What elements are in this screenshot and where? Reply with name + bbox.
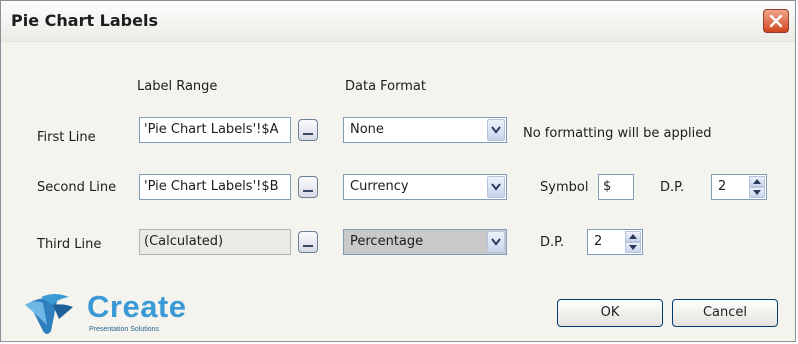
second-line-dp-value: 2 bbox=[718, 179, 727, 194]
label-range-header: Label Range bbox=[137, 79, 218, 94]
first-line-format-note: No formatting will be applied bbox=[523, 126, 712, 141]
first-line-format-select[interactable]: None bbox=[343, 117, 507, 143]
create-logo: Create Presentation Solutions bbox=[23, 289, 203, 341]
second-line-dp-spinner[interactable]: 2 bbox=[711, 174, 767, 200]
currency-symbol-input[interactable]: $ bbox=[598, 174, 634, 200]
create-logo-icon bbox=[25, 294, 73, 334]
third-line-dp-spinner[interactable]: 2 bbox=[587, 229, 643, 255]
third-line-dp-label: D.P. bbox=[540, 235, 565, 250]
chevron-down-icon bbox=[491, 183, 501, 191]
third-line-format-select[interactable]: Percentage bbox=[343, 229, 507, 255]
close-icon bbox=[769, 14, 783, 28]
arrow-down-icon bbox=[629, 245, 637, 250]
chevron-down-icon bbox=[491, 126, 501, 134]
second-line-dp-label: D.P. bbox=[660, 180, 685, 195]
third-line-dp-value: 2 bbox=[594, 234, 603, 249]
second-line-format-select[interactable]: Currency bbox=[343, 174, 507, 200]
title-bar: Pie Chart Labels bbox=[1, 1, 795, 42]
second-line-label: Second Line bbox=[37, 180, 117, 195]
dialog-title: Pie Chart Labels bbox=[11, 11, 158, 30]
third-line-format-value: Percentage bbox=[350, 234, 424, 249]
logo-name: Create bbox=[87, 289, 187, 324]
third-line-dp-down-button[interactable] bbox=[625, 242, 641, 253]
arrow-up-icon bbox=[629, 234, 637, 239]
first-line-format-dropdown-button[interactable] bbox=[487, 119, 505, 141]
logo-tagline: Presentation Solutions bbox=[89, 326, 160, 333]
first-line-label: First Line bbox=[37, 130, 96, 145]
arrow-down-icon bbox=[753, 190, 761, 195]
second-line-format-dropdown-button[interactable] bbox=[487, 176, 505, 198]
second-line-format-value: Currency bbox=[350, 179, 409, 194]
second-line-dp-up-button[interactable] bbox=[749, 176, 765, 187]
first-line-format-value: None bbox=[350, 122, 384, 137]
third-line-dp-up-button[interactable] bbox=[625, 231, 641, 242]
third-line-label: Third Line bbox=[37, 237, 102, 252]
symbol-label: Symbol bbox=[540, 180, 589, 195]
first-line-range-input[interactable]: 'Pie Chart Labels'!$A bbox=[139, 117, 291, 143]
arrow-up-icon bbox=[753, 179, 761, 184]
cancel-button[interactable]: Cancel bbox=[672, 299, 778, 327]
third-line-range-input: (Calculated) bbox=[139, 229, 291, 255]
chevron-down-icon bbox=[491, 238, 501, 246]
third-line-format-dropdown-button[interactable] bbox=[487, 231, 505, 253]
ok-button[interactable]: OK bbox=[557, 299, 663, 327]
second-line-range-input[interactable]: 'Pie Chart Labels'!$B bbox=[139, 174, 291, 200]
second-line-range-button[interactable] bbox=[298, 176, 318, 198]
close-button[interactable] bbox=[763, 9, 789, 33]
first-line-range-button[interactable] bbox=[298, 119, 318, 141]
data-format-header: Data Format bbox=[345, 79, 426, 94]
pie-chart-labels-dialog: Pie Chart Labels Label Range Data Format… bbox=[0, 0, 796, 342]
second-line-dp-down-button[interactable] bbox=[749, 187, 765, 198]
third-line-range-button[interactable] bbox=[298, 231, 318, 253]
